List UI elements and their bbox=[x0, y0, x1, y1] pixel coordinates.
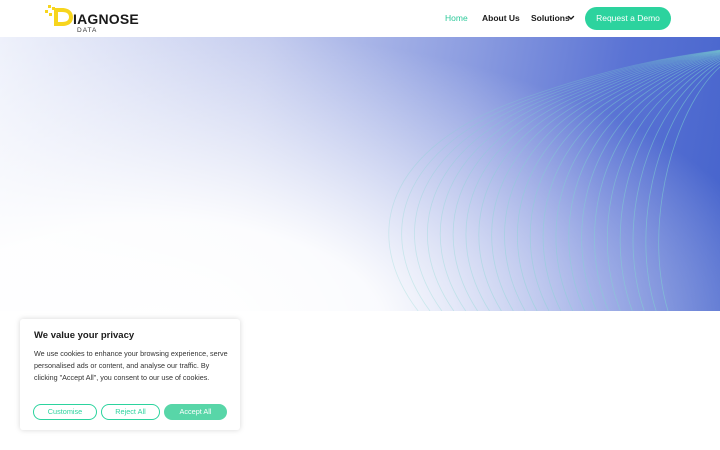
cookie-consent-banner: We value your privacy We use cookies to … bbox=[20, 319, 240, 430]
customise-button[interactable]: Customise bbox=[33, 404, 97, 420]
cookie-banner-title: We value your privacy bbox=[34, 330, 135, 341]
wave-line bbox=[401, 49, 720, 311]
accept-all-button[interactable]: Accept All bbox=[164, 404, 227, 420]
nav-home[interactable]: Home bbox=[445, 13, 468, 24]
wave-line bbox=[504, 52, 720, 311]
hero-banner bbox=[0, 37, 720, 311]
nav-solutions[interactable]: Solutions bbox=[531, 13, 570, 24]
wave-pattern bbox=[388, 49, 720, 311]
chevron-down-icon[interactable] bbox=[567, 14, 575, 22]
nav-about-us[interactable]: About Us bbox=[482, 13, 520, 24]
brand-name: IAGNOSE bbox=[73, 11, 139, 27]
wave-line bbox=[632, 60, 720, 311]
reject-all-button[interactable]: Reject All bbox=[101, 404, 160, 420]
site-logo[interactable]: IAGNOSE DATA bbox=[44, 4, 139, 34]
request-demo-button[interactable]: Request a Demo bbox=[585, 7, 671, 30]
brand-subtitle: DATA bbox=[77, 27, 98, 34]
wave-line bbox=[388, 49, 720, 311]
wave-line bbox=[478, 51, 720, 311]
wave-line bbox=[542, 53, 720, 311]
top-navbar: IAGNOSE DATA Home About Us Solutions Req… bbox=[0, 0, 720, 37]
cookie-banner-text: We use cookies to enhance your browsing … bbox=[34, 349, 228, 382]
diagnose-data-logo-icon bbox=[45, 5, 73, 26]
wave-line bbox=[517, 52, 720, 311]
wave-line bbox=[619, 59, 720, 311]
